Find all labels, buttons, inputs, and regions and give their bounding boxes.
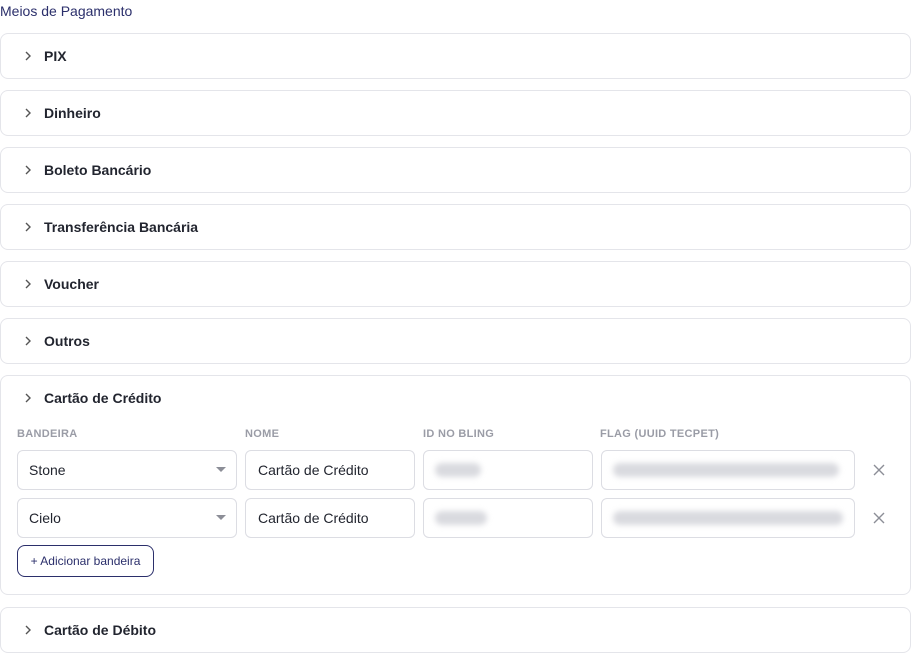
accordion-dinheiro[interactable]: Dinheiro [0,90,911,136]
redacted-value [435,511,487,525]
close-icon [873,512,885,524]
caret-down-icon [216,467,226,472]
accordion-cartao-credito[interactable]: Cartão de Crédito BANDEIRA NOME ID NO BL… [0,375,911,595]
nome-value: Cartão de Crédito [258,462,369,478]
close-icon [873,464,885,476]
accordion-header[interactable]: Outros [1,319,910,363]
section-title: Meios de Pagamento [0,3,133,19]
add-bandeira-button[interactable]: + Adicionar bandeira [17,545,154,577]
chevron-right-icon [21,334,35,348]
bandeira-value: Stone [29,462,66,478]
bandeira-select[interactable]: Stone [17,450,237,490]
accordion-label: PIX [44,48,67,64]
accordion-label: Dinheiro [44,105,101,121]
column-header-id-bling: ID NO BLING [423,428,495,440]
accordion-label: Cartão de Débito [44,622,157,638]
accordion-voucher[interactable]: Voucher [0,261,911,307]
redacted-value [613,511,843,525]
accordion-pix[interactable]: PIX [0,33,911,79]
chevron-right-icon [21,106,35,120]
column-header-nome: NOME [245,428,280,440]
nome-value: Cartão de Crédito [258,510,369,526]
chevron-right-icon [21,49,35,63]
remove-row-button[interactable] [869,508,889,528]
accordion-header[interactable]: PIX [1,34,910,78]
accordion-header[interactable]: Cartão de Débito [1,608,910,652]
accordion-header[interactable]: Transferência Bancária [1,205,910,249]
accordion-label: Voucher [44,276,99,292]
chevron-right-icon [21,623,35,637]
id-bling-input[interactable] [423,450,593,490]
column-header-bandeira: BANDEIRA [17,428,78,440]
accordion-label: Outros [44,333,90,349]
flag-input[interactable] [601,450,855,490]
column-header-flag: FLAG (UUID TECPET) [600,428,720,440]
accordion-transferencia[interactable]: Transferência Bancária [0,204,911,250]
accordion-header[interactable]: Dinheiro [1,91,910,135]
caret-down-icon [216,515,226,520]
bandeira-value: Cielo [29,510,61,526]
redacted-value [435,463,481,477]
chevron-right-icon [21,391,35,405]
id-bling-input[interactable] [423,498,593,538]
nome-input[interactable]: Cartão de Crédito [245,498,415,538]
redacted-value [613,463,839,477]
flag-input[interactable] [601,498,855,538]
accordion-label: Transferência Bancária [44,219,199,235]
accordion-header[interactable]: Boleto Bancário [1,148,910,192]
bandeira-select[interactable]: Cielo [17,498,237,538]
accordion-cartao-debito[interactable]: Cartão de Débito [0,607,911,653]
accordion-outros[interactable]: Outros [0,318,911,364]
accordion-header[interactable]: Cartão de Crédito [1,376,910,420]
chevron-right-icon [21,277,35,291]
accordion-boleto[interactable]: Boleto Bancário [0,147,911,193]
accordion-header[interactable]: Voucher [1,262,910,306]
remove-row-button[interactable] [869,460,889,480]
accordion-label: Boleto Bancário [44,162,152,178]
chevron-right-icon [21,220,35,234]
chevron-right-icon [21,163,35,177]
nome-input[interactable]: Cartão de Crédito [245,450,415,490]
accordion-label: Cartão de Crédito [44,390,162,406]
